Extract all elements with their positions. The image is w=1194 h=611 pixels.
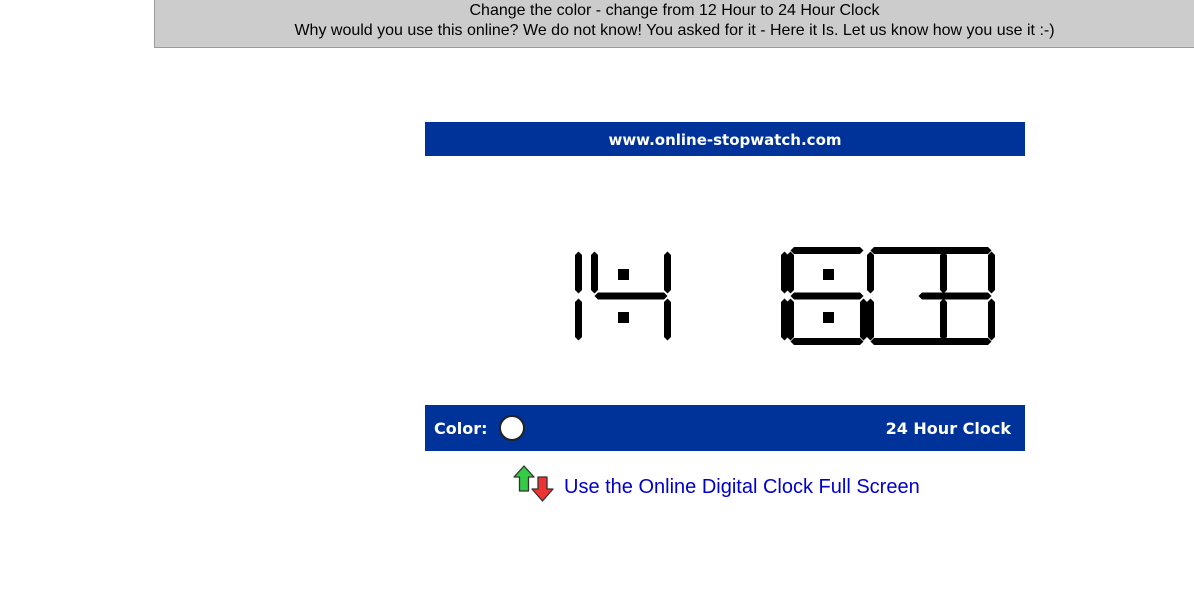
digital-clock-widget: www.online-stopwatch.com Color: 24 Hour …	[425, 122, 1025, 451]
hours-digit-1	[575, 251, 582, 341]
top-notice: Change the color - change from 12 Hour t…	[154, 0, 1194, 48]
hour-mode-toggle[interactable]: 24 Hour Clock	[886, 419, 1011, 438]
clock-controls-bar: Color: 24 Hour Clock	[425, 405, 1025, 451]
colon-2-dot-1	[823, 269, 834, 280]
clock-display	[425, 156, 1025, 405]
minutes-digit-1	[781, 251, 788, 341]
hours-digit-1-segment-b	[575, 251, 582, 294]
hours-digit-2	[591, 251, 671, 341]
hours-digit-2-segment-g	[594, 292, 668, 300]
site-name: www.online-stopwatch.com	[608, 131, 842, 149]
fullscreen-row: Use the Online Digital Clock Full Screen	[512, 464, 920, 504]
site-name-bar: www.online-stopwatch.com	[425, 122, 1025, 156]
minutes-digit-1-segment-c	[781, 298, 788, 341]
notice-line-1: Change the color - change from 12 Hour t…	[469, 2, 880, 19]
minutes-digit-2-segment-f	[787, 251, 794, 294]
seconds-digit-2-segment-a	[918, 247, 992, 254]
fullscreen-link[interactable]: Use the Online Digital Clock Full Screen	[564, 476, 920, 499]
minutes-digit-2-segment-d	[790, 338, 864, 345]
seconds-digit-2-segment-b	[988, 251, 995, 294]
minutes-digit-2-segment-a	[790, 247, 864, 254]
colon-1-dot-2	[618, 312, 629, 323]
clock-digits	[575, 247, 995, 345]
seconds-digit-1-segment-f	[867, 251, 874, 294]
seconds-digit-2	[918, 247, 995, 345]
seconds-digit-1-segment-b	[940, 251, 947, 294]
minutes-digit-1-segment-b	[781, 251, 788, 294]
minutes-digit-2-segment-c	[860, 298, 867, 341]
colon-1-dot-1	[618, 269, 629, 280]
seconds-digit-1-segment-e	[867, 298, 874, 341]
color-picker-button[interactable]	[499, 415, 525, 441]
notice-line-2: Why would you use this online? We do not…	[294, 22, 1055, 39]
seconds-digit-2-segment-g	[918, 292, 992, 300]
minutes-digit-2-segment-g	[790, 292, 864, 300]
hours-digit-2-segment-f	[591, 251, 598, 294]
seconds-digit-2-segment-c	[988, 298, 995, 341]
minutes-digit-2	[787, 247, 867, 345]
minutes-digit-2-segment-e	[787, 298, 794, 341]
seconds-digit-1-segment-c	[940, 298, 947, 341]
colon-2-dot-2	[823, 312, 834, 323]
hours-digit-2-segment-c	[664, 298, 671, 341]
hours-digit-1-segment-c	[575, 298, 582, 341]
fullscreen-arrows-icon[interactable]	[512, 465, 558, 503]
color-label: Color:	[434, 419, 488, 438]
hours-digit-2-segment-b	[664, 251, 671, 294]
seconds-digit-2-segment-d	[918, 338, 992, 345]
